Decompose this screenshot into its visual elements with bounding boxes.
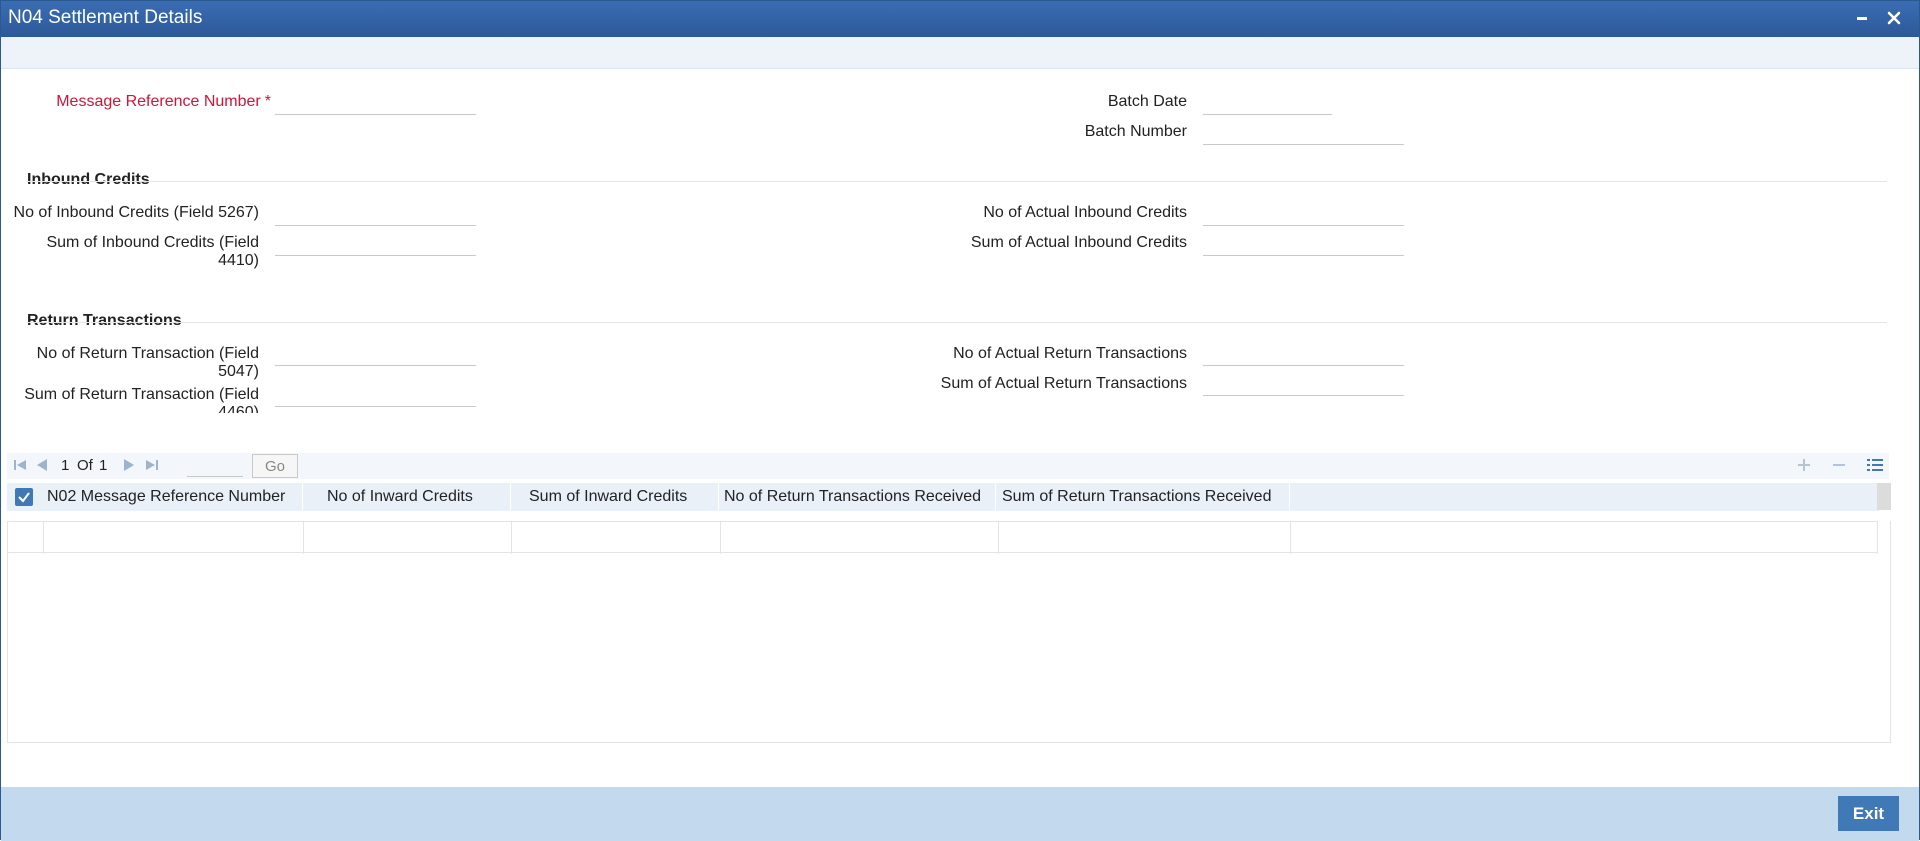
no-of-return-transaction-input[interactable] xyxy=(275,344,476,366)
sum-of-actual-return-transactions-input[interactable] xyxy=(1203,374,1404,396)
grid-pager: 1 Of 1 Go xyxy=(7,453,1889,479)
no-of-return-transaction-label: No of Return Transaction (Field 5047) xyxy=(36,345,259,380)
no-of-inbound-credits-label: No of Inbound Credits (Field 5267) xyxy=(13,204,259,221)
no-of-actual-return-transactions-label: No of Actual Return Transactions xyxy=(953,345,1187,362)
table-row[interactable] xyxy=(8,521,1878,554)
cell-separator xyxy=(1290,522,1291,554)
current-page: 1 xyxy=(61,457,70,474)
inbound-credits-divider xyxy=(27,181,1887,182)
page-number-input[interactable] xyxy=(187,455,243,477)
no-of-actual-inbound-credits-label: No of Actual Inbound Credits xyxy=(983,204,1187,221)
column-header-no-of-inward-credits[interactable]: No of Inward Credits xyxy=(327,488,473,506)
first-page-icon[interactable] xyxy=(13,458,27,477)
cell-separator xyxy=(720,522,721,554)
no-of-inbound-credits-input[interactable] xyxy=(275,204,476,226)
cell-separator xyxy=(303,522,304,554)
grid-header: N02 Message Reference Number No of Inwar… xyxy=(7,483,1879,511)
sum-of-actual-inbound-credits-input[interactable] xyxy=(1203,234,1404,256)
required-marker: * xyxy=(264,93,271,110)
sum-of-actual-inbound-credits-label: Sum of Actual Inbound Credits xyxy=(970,234,1187,251)
batch-date-label: Batch Date xyxy=(1107,93,1187,110)
grid-body xyxy=(7,521,1891,743)
batch-date-input[interactable] xyxy=(1203,93,1332,115)
return-transactions-title: Return Transactions xyxy=(27,312,182,329)
column-separator xyxy=(718,483,719,511)
column-header-sum-of-inward-credits[interactable]: Sum of Inward Credits xyxy=(529,488,687,506)
cell-separator xyxy=(43,522,44,554)
sum-of-inbound-credits-input[interactable] xyxy=(275,234,476,256)
no-of-actual-inbound-credits-input[interactable] xyxy=(1203,204,1404,226)
minimize-icon[interactable] xyxy=(1849,5,1875,31)
delete-row-icon[interactable] xyxy=(1832,458,1846,477)
return-transactions-divider xyxy=(27,322,1887,323)
column-separator xyxy=(510,483,511,511)
last-page-icon[interactable] xyxy=(145,458,159,477)
column-header-no-of-return-transactions-received[interactable]: No of Return Transactions Received xyxy=(724,488,981,506)
sum-of-actual-return-transactions-label: Sum of Actual Return Transactions xyxy=(940,375,1187,392)
sum-of-inbound-credits-label: Sum of Inbound Credits (Field 4410) xyxy=(46,234,259,269)
sum-of-return-transaction-input[interactable] xyxy=(275,385,476,407)
sum-of-return-transaction-label: Sum of Return Transaction (Field 4460) xyxy=(24,386,259,413)
column-separator xyxy=(995,483,996,511)
list-view-icon[interactable] xyxy=(1867,458,1883,477)
select-all-checkbox[interactable] xyxy=(15,488,33,506)
window-title: N04 Settlement Details xyxy=(8,7,203,28)
message-reference-number-input[interactable] xyxy=(275,93,476,115)
toolbar-strip xyxy=(1,37,1919,69)
exit-button[interactable]: Exit xyxy=(1838,796,1899,831)
cell-separator xyxy=(998,522,999,554)
title-bar: N04 Settlement Details xyxy=(1,1,1919,37)
column-separator xyxy=(302,483,303,511)
batch-number-label: Batch Number xyxy=(1084,123,1187,140)
add-row-icon[interactable] xyxy=(1797,458,1811,477)
footer-bar: Exit xyxy=(1,787,1919,841)
column-header-sum-of-return-transactions-received[interactable]: Sum of Return Transactions Received xyxy=(1002,488,1271,506)
total-pages: 1 xyxy=(99,457,108,474)
close-icon[interactable] xyxy=(1881,5,1907,31)
no-of-actual-return-transactions-input[interactable] xyxy=(1203,344,1404,366)
page-of-label: Of xyxy=(77,457,93,474)
previous-page-icon[interactable] xyxy=(35,458,49,477)
grid-scrollbar[interactable] xyxy=(1877,483,1891,510)
inbound-credits-title: Inbound Credits xyxy=(27,171,150,188)
settlement-details-window: N04 Settlement Details Message Reference… xyxy=(0,0,1920,841)
cell-separator xyxy=(511,522,512,554)
next-page-icon[interactable] xyxy=(122,458,136,477)
batch-number-input[interactable] xyxy=(1203,123,1404,145)
column-header-n02-message-reference-number[interactable]: N02 Message Reference Number xyxy=(47,488,285,506)
go-button[interactable]: Go xyxy=(252,454,298,478)
column-separator xyxy=(1289,483,1290,511)
cell-separator xyxy=(1877,522,1878,554)
message-reference-number-label: Message Reference Number * xyxy=(56,93,271,110)
